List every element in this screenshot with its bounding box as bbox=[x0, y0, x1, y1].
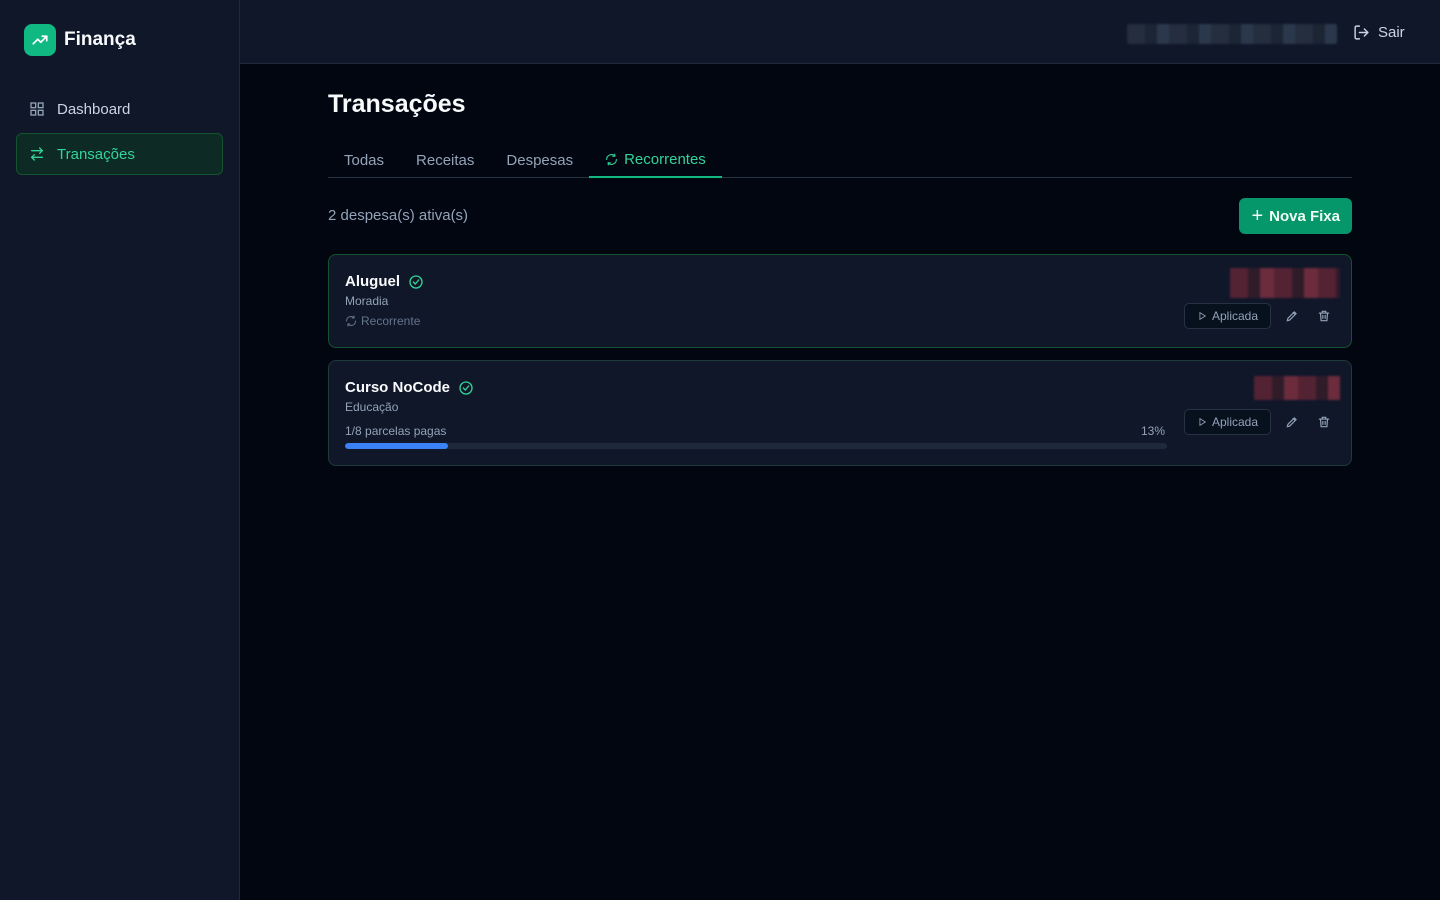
trash-icon bbox=[1318, 310, 1330, 322]
logout-button[interactable]: Sair bbox=[1353, 22, 1405, 42]
check-circle-icon bbox=[409, 274, 423, 289]
pencil-icon bbox=[1286, 417, 1297, 428]
repeat-icon bbox=[346, 315, 356, 327]
sidebar-item-dashboard[interactable]: Dashboard bbox=[16, 88, 223, 130]
tab-recurring-label: Recorrentes bbox=[624, 150, 706, 168]
installments-progress-track bbox=[345, 443, 1167, 449]
trash-icon bbox=[1318, 416, 1330, 428]
redacted-user-info bbox=[1127, 24, 1337, 44]
logout-label: Sair bbox=[1378, 23, 1405, 41]
edit-button[interactable] bbox=[1281, 305, 1303, 327]
logout-icon bbox=[1354, 24, 1369, 40]
repeat-icon bbox=[606, 153, 618, 165]
redacted-amount bbox=[1254, 376, 1340, 400]
apply-button[interactable]: Aplicada bbox=[1183, 409, 1271, 435]
page-title: Transações bbox=[328, 90, 466, 118]
transfer-icon bbox=[31, 147, 43, 161]
apply-label: Aplicada bbox=[1211, 415, 1258, 429]
installments-progress-percent: 13% bbox=[1141, 424, 1166, 438]
delete-button[interactable] bbox=[1313, 411, 1335, 433]
plus-icon: + bbox=[1251, 205, 1264, 227]
transaction-category: Moradia bbox=[345, 294, 389, 308]
new-fixed-label: Nova Fixa bbox=[1269, 207, 1340, 225]
brand[interactable]: Finança bbox=[24, 24, 136, 56]
transaction-category: Educação bbox=[345, 400, 399, 414]
delete-button[interactable] bbox=[1313, 305, 1335, 327]
new-fixed-button[interactable]: + Nova Fixa bbox=[1239, 198, 1352, 234]
transaction-title: Aluguel bbox=[345, 273, 400, 290]
sidebar-item-label: Transações bbox=[57, 145, 135, 163]
play-icon bbox=[1199, 311, 1207, 321]
transaction-actions: Aplicada bbox=[1183, 303, 1335, 329]
installment-transaction-card[interactable]: Curso NoCode Educação 1/8 parcelas pagas… bbox=[328, 360, 1352, 466]
edit-button[interactable] bbox=[1281, 411, 1303, 433]
transaction-title-row: Aluguel bbox=[345, 273, 424, 290]
installments-progress-label: 1/8 parcelas pagas bbox=[345, 424, 447, 438]
transaction-tabs: Todas Receitas Despesas Recorrentes bbox=[328, 142, 1352, 178]
redacted-amount bbox=[1230, 268, 1340, 298]
active-expenses-count: 2 despesa(s) ativa(s) bbox=[328, 207, 469, 224]
installments-progress-fill bbox=[345, 443, 448, 449]
top-header: Sair bbox=[240, 0, 1440, 64]
transaction-actions: Aplicada bbox=[1183, 409, 1335, 435]
recurring-transaction-card[interactable]: Aluguel Moradia Recorrente Aplicada bbox=[328, 254, 1352, 348]
sidebar-nav: Dashboard Transações bbox=[16, 88, 223, 178]
apply-button[interactable]: Aplicada bbox=[1183, 303, 1271, 329]
apply-label: Aplicada bbox=[1211, 309, 1258, 323]
app-shell: Finança Dashboard Transações Sair Transa… bbox=[0, 0, 1440, 900]
sidebar: Finança Dashboard Transações bbox=[0, 0, 240, 900]
brand-name: Finança bbox=[64, 29, 136, 50]
transaction-title: Curso NoCode bbox=[345, 379, 450, 396]
transaction-title-row: Curso NoCode bbox=[345, 379, 474, 396]
tab-income[interactable]: Receitas bbox=[400, 142, 490, 178]
tab-recurring[interactable]: Recorrentes bbox=[589, 142, 722, 178]
pencil-icon bbox=[1286, 311, 1297, 322]
play-icon bbox=[1199, 417, 1207, 427]
check-circle-icon bbox=[459, 380, 473, 395]
recurrence-label: Recorrente bbox=[361, 314, 421, 328]
sidebar-item-label: Dashboard bbox=[57, 100, 131, 118]
tab-expenses[interactable]: Despesas bbox=[490, 142, 589, 178]
trending-up-icon bbox=[24, 24, 56, 56]
recurrence-status: Recorrente bbox=[345, 314, 420, 328]
dashboard-icon bbox=[30, 102, 44, 116]
sidebar-item-transactions[interactable]: Transações bbox=[16, 133, 223, 175]
tab-all[interactable]: Todas bbox=[328, 142, 400, 178]
